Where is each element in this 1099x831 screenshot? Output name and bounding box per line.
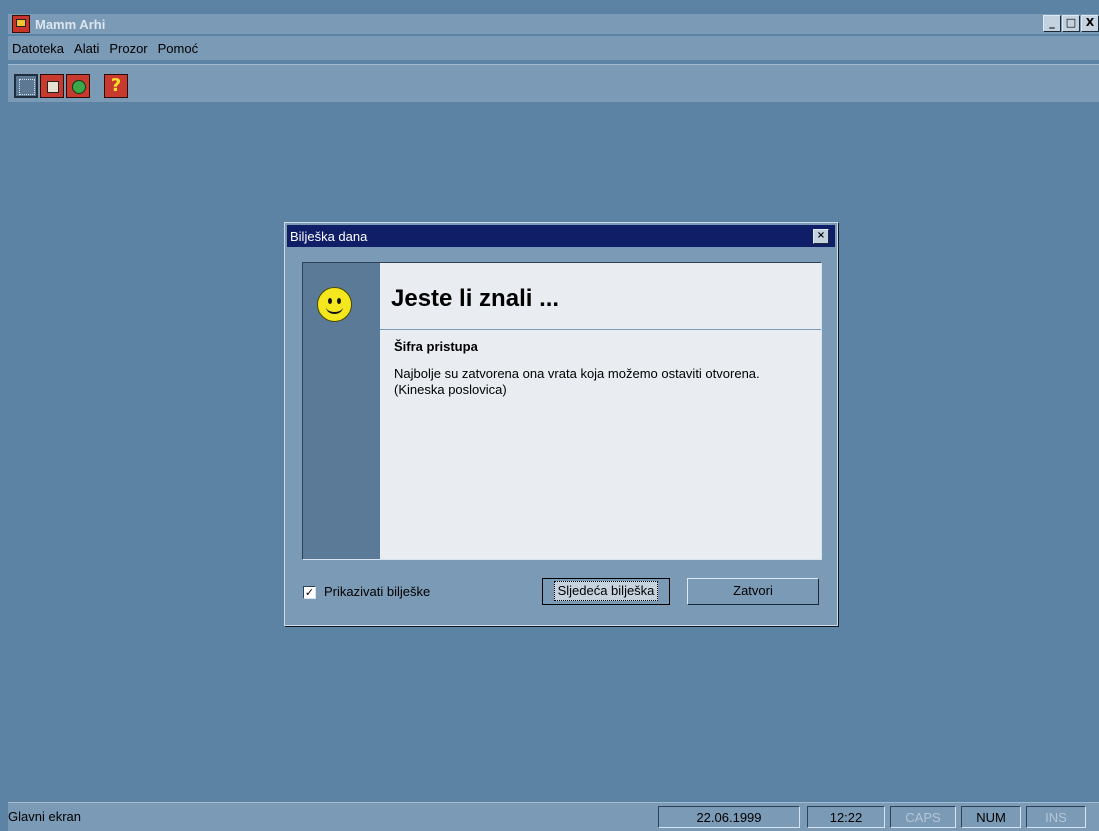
window-controls: _ □ X	[1043, 15, 1099, 32]
status-num: NUM	[961, 806, 1021, 828]
app-icon[interactable]	[12, 15, 30, 33]
tip-divider	[380, 329, 821, 330]
minimize-button[interactable]: _	[1043, 15, 1061, 32]
show-tips-label[interactable]: Prikazivati bilješke	[324, 584, 430, 599]
menu-bar: Datoteka Alati Prozor Pomoć	[8, 36, 1099, 60]
dialog-title-bar[interactable]: Bilješka dana ×	[287, 225, 835, 247]
app-title: Mamm Arhi	[35, 16, 106, 32]
dialog-title: Bilješka dana	[290, 228, 368, 244]
close-window-button[interactable]: X	[1081, 15, 1099, 32]
select-frame-icon[interactable]	[14, 74, 38, 98]
show-tips-checkbox[interactable]: ✓	[303, 586, 316, 599]
menu-pomoc[interactable]: Pomoć	[158, 41, 198, 56]
document-icon[interactable]	[40, 74, 64, 98]
main-title-bar[interactable]: Mamm Arhi _ □ X	[8, 14, 1099, 34]
close-button[interactable]: Zatvori	[687, 578, 819, 605]
status-caps: CAPS	[890, 806, 956, 828]
menu-datoteka[interactable]: Datoteka	[12, 41, 64, 56]
status-message: Glavni ekran	[8, 809, 81, 824]
tip-panel: Jeste li znali ... Šifra pristupa Najbol…	[302, 262, 822, 560]
tip-of-day-dialog: Bilješka dana × Jeste li znali ... Šifra…	[284, 222, 838, 626]
smiley-icon	[317, 287, 352, 322]
help-icon[interactable]: ?	[104, 74, 128, 98]
status-date: 22.06.1999	[658, 806, 800, 828]
next-tip-button[interactable]: Sljedeća bilješka	[542, 578, 670, 605]
menu-prozor[interactable]: Prozor	[109, 41, 147, 56]
tip-sidebar	[303, 263, 380, 559]
globe-icon[interactable]	[66, 74, 90, 98]
tip-title: Šifra pristupa	[394, 339, 478, 354]
dialog-close-button[interactable]: ×	[813, 229, 829, 244]
tip-text: Najbolje su zatvorena ona vrata koja mož…	[394, 366, 760, 397]
menu-alati[interactable]: Alati	[74, 41, 99, 56]
tip-heading: Jeste li znali ...	[391, 285, 560, 312]
maximize-button[interactable]: □	[1062, 15, 1080, 32]
toolbar: ?	[8, 64, 1099, 102]
status-time: 12:22	[807, 806, 885, 828]
status-bar: Glavni ekran 22.06.1999 12:22 CAPS NUM I…	[8, 802, 1099, 831]
next-tip-button-label: Sljedeća bilješka	[553, 581, 659, 601]
status-ins: INS	[1026, 806, 1086, 828]
